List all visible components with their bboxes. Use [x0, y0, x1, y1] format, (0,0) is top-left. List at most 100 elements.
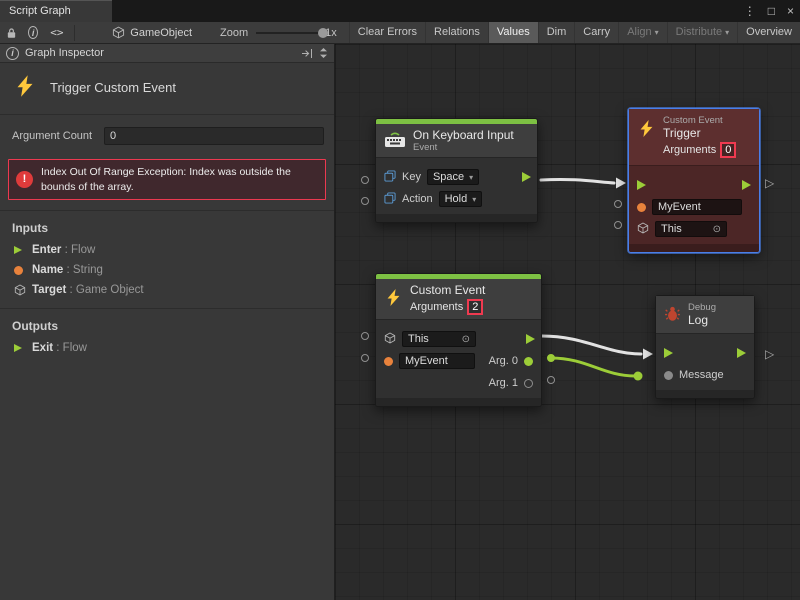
zoom-slider[interactable]	[256, 26, 320, 40]
close-icon[interactable]: ×	[787, 4, 794, 18]
string-port[interactable]	[384, 357, 393, 366]
port-row-arg1: Arg. 1	[376, 372, 541, 394]
graph-canvas[interactable]: On Keyboard Input Event Key Space▾	[335, 44, 800, 600]
code-view-icon[interactable]: <>	[50, 26, 63, 39]
port-row-name: MyEvent	[629, 196, 759, 218]
relations-button[interactable]: Relations	[425, 22, 488, 44]
arg1-output-port[interactable]	[524, 379, 533, 388]
info-icon[interactable]: i	[28, 26, 38, 39]
cube-port-icon[interactable]	[384, 332, 396, 347]
error-icon: !	[16, 171, 33, 188]
node-body: Key Space▾ Action Hold▾	[376, 158, 537, 214]
node-body: MyEvent This ⊙	[629, 166, 759, 244]
node-header: On Keyboard Input Event	[376, 124, 537, 158]
wire-arg0-to-message	[551, 358, 635, 376]
zoom-slider-knob[interactable]	[318, 28, 328, 38]
arguments-label: Arguments	[410, 301, 463, 313]
chevron-down-icon: ▾	[655, 28, 659, 37]
gameobject-selector[interactable]: GameObject	[112, 26, 192, 39]
external-port-trigger-target[interactable]	[614, 221, 622, 229]
node-custom-event[interactable]: Custom Event Arguments 2 This ⊙	[375, 273, 542, 407]
node-title: Custom Event	[410, 283, 485, 297]
window-menu-icon[interactable]: ⋮	[744, 4, 756, 18]
node-footer	[376, 398, 541, 406]
flow-port-icon	[14, 246, 32, 254]
dim-button[interactable]: Dim	[538, 22, 575, 44]
argument-count-input[interactable]	[104, 127, 324, 145]
target-dropdown[interactable]: This ⊙	[402, 331, 476, 347]
node-title: Trigger	[663, 126, 736, 140]
port-name: Name	[32, 264, 63, 276]
arg1-label: Arg. 1	[489, 377, 518, 389]
flow-input-port[interactable]	[637, 180, 646, 190]
target-dropdown[interactable]: This ⊙	[655, 221, 727, 237]
outputs-header: Outputs	[0, 309, 334, 338]
distribute-button[interactable]: Distribute▾	[667, 22, 737, 44]
carry-button[interactable]: Carry	[574, 22, 618, 44]
tab-bar: Script Graph ⋮ □ ×	[0, 0, 800, 22]
chevron-down-icon: ▾	[472, 195, 476, 204]
cube-port-icon[interactable]	[637, 222, 649, 237]
overview-button[interactable]: Overview	[737, 22, 800, 44]
lock-icon[interactable]	[6, 27, 17, 39]
maximize-icon[interactable]: □	[768, 4, 775, 18]
external-port-event-name[interactable]	[361, 354, 369, 362]
graph-inspector-panel: i Graph Inspector Trigger Custom Event A…	[0, 44, 335, 600]
node-footer	[629, 244, 759, 252]
error-message-box: ! Index Out Of Range Exception: Index wa…	[8, 159, 326, 200]
message-input-port[interactable]	[664, 371, 673, 380]
values-button[interactable]: Values	[488, 22, 538, 44]
node-debug-log[interactable]: Debug Log Message	[655, 295, 755, 399]
target-value: This	[408, 333, 429, 345]
node-body: Message	[656, 334, 754, 390]
clear-errors-button[interactable]: Clear Errors	[349, 22, 425, 44]
external-port-arg1[interactable]	[547, 376, 555, 384]
flow-output-port[interactable]	[737, 348, 746, 358]
wire-event-to-debug	[542, 336, 641, 354]
keyboard-icon	[384, 131, 406, 151]
key-dropdown[interactable]: Space▾	[427, 169, 479, 185]
inspector-title: Trigger Custom Event	[50, 80, 176, 95]
arguments-value-error[interactable]: 2	[467, 299, 483, 315]
zoom-slider-track	[256, 32, 320, 34]
port-row-target: This ⊙	[376, 328, 541, 350]
flow-output-port[interactable]	[742, 180, 751, 190]
arg0-output-port[interactable]	[524, 357, 533, 366]
external-port-event-target[interactable]	[361, 332, 369, 340]
flow-input-port[interactable]	[664, 348, 673, 358]
object-picker-icon[interactable]: ⊙	[713, 224, 721, 235]
node-header: Custom Event Arguments 2	[376, 279, 541, 320]
flow-continuation-icon: ▷	[765, 177, 774, 189]
cube-icon	[112, 26, 125, 39]
string-port[interactable]	[637, 203, 646, 212]
input-row-name: Name : String	[0, 260, 334, 280]
arguments-value-error[interactable]: 0	[720, 142, 736, 158]
external-port-key[interactable]	[361, 176, 369, 184]
action-dropdown[interactable]: Hold▾	[439, 191, 483, 207]
argument-count-row: Argument Count	[0, 115, 334, 151]
flow-output-port[interactable]	[522, 172, 531, 182]
key-icon	[384, 170, 396, 185]
gameobject-label: GameObject	[130, 27, 192, 39]
tab-script-graph[interactable]: Script Graph	[0, 0, 112, 22]
sort-arrows-icon[interactable]	[319, 47, 328, 59]
external-port-action[interactable]	[361, 197, 369, 205]
dock-icon[interactable]	[301, 48, 313, 59]
flow-output-port[interactable]	[526, 334, 535, 344]
port-row-target: This ⊙	[629, 218, 759, 240]
event-name-field[interactable]: MyEvent	[652, 199, 742, 215]
node-trigger-custom-event[interactable]: Custom Event Trigger Arguments 0 MyEvent	[628, 108, 760, 253]
bolt-icon	[637, 119, 656, 141]
external-port-trigger-name[interactable]	[614, 200, 622, 208]
align-button[interactable]: Align▾	[618, 22, 666, 44]
flow-continuation-icon: ▷	[765, 348, 774, 360]
flow-port-row	[629, 174, 759, 196]
node-header: Custom Event Trigger Arguments 0	[629, 109, 759, 166]
node-on-keyboard-input[interactable]: On Keyboard Input Event Key Space▾	[375, 118, 538, 223]
object-picker-icon[interactable]: ⊙	[462, 334, 470, 345]
bolt-icon	[13, 74, 37, 101]
external-port-arg0-connected[interactable]	[547, 354, 555, 362]
event-name-field[interactable]: MyEvent	[399, 353, 475, 369]
inspector-header-label: Graph Inspector	[25, 47, 104, 59]
wire-arrowhead	[616, 178, 626, 189]
